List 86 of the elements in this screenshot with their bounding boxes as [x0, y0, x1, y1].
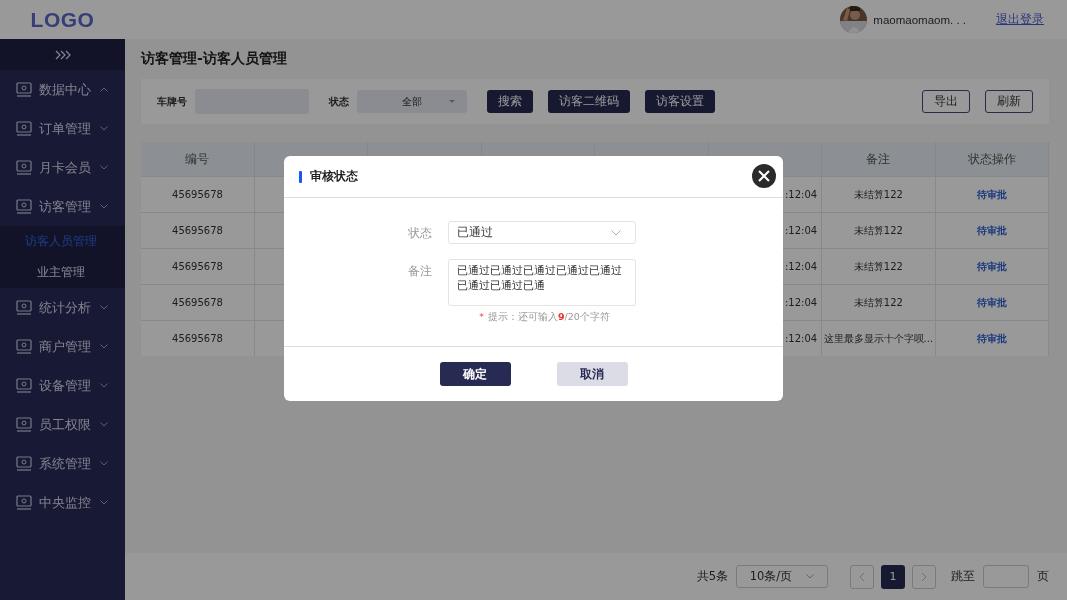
- column-header: 编号: [141, 142, 255, 177]
- filter-button[interactable]: 访客二维码: [548, 90, 630, 113]
- confirm-button[interactable]: 确定: [439, 362, 511, 386]
- table-cell: 未结算122: [821, 212, 936, 249]
- chevron-icon: [100, 165, 108, 170]
- chevron-icon: [610, 229, 621, 236]
- sidebar-item[interactable]: 系统管理: [0, 444, 125, 483]
- chevron-icon: [100, 383, 108, 388]
- jump-label: 跳至: [951, 569, 975, 584]
- chevron-icon: [100, 204, 108, 209]
- status-select[interactable]: 全部: [357, 90, 467, 113]
- status-action-link[interactable]: 待审批: [976, 224, 1007, 236]
- chevron-icon: [806, 574, 815, 579]
- chevron-icon: [100, 422, 108, 427]
- screen-icon: [16, 456, 32, 471]
- sidebar-item[interactable]: 月卡会员: [0, 148, 125, 187]
- status-action-link[interactable]: 待审批: [976, 296, 1007, 308]
- screen-icon: [16, 300, 32, 315]
- table-cell: 45695678: [141, 176, 255, 213]
- required-mark: *: [479, 311, 484, 324]
- screen-icon: [16, 121, 32, 136]
- chevron-left-icon: [859, 571, 865, 582]
- chevron-right-icon: [921, 571, 927, 582]
- chevron-icon: [100, 344, 108, 349]
- page-unit: 页: [1037, 569, 1049, 584]
- dialog-title: 审核状态: [310, 169, 358, 184]
- table-cell: 45695678: [141, 320, 255, 356]
- page-size-select[interactable]: 10条/页: [736, 565, 828, 588]
- plate-label: 车牌号: [157, 94, 187, 109]
- column-header: 状态操作: [935, 142, 1049, 177]
- user-name: maomaomaom. . .: [873, 13, 966, 26]
- logo: LOGO: [29, 7, 96, 32]
- status-action-link[interactable]: 待审批: [976, 188, 1007, 200]
- table-cell: 未结算122: [821, 284, 936, 321]
- table-cell: 45695678: [141, 212, 255, 249]
- sidebar-subitem[interactable]: 业主管理: [0, 257, 125, 288]
- sidebar-item[interactable]: 中央监控: [0, 483, 125, 522]
- status-label: 状态: [329, 94, 349, 109]
- note-field[interactable]: 已通过已通过已通过已通过已通过已通过已通过已通: [447, 259, 636, 306]
- page-button[interactable]: 1: [881, 564, 905, 589]
- sidebar-item[interactable]: 数据中心: [0, 70, 125, 109]
- screen-icon: [16, 199, 32, 214]
- table-cell: 未结算122: [821, 176, 936, 213]
- toolbar-button[interactable]: 导出: [922, 90, 970, 113]
- column-header: 备注: [821, 142, 936, 177]
- sidebar-item[interactable]: 设备管理: [0, 366, 125, 405]
- sidebar-item[interactable]: 员工权限: [0, 405, 125, 444]
- previous-page-button[interactable]: [850, 564, 874, 589]
- screen-icon: [16, 82, 32, 97]
- filter-button[interactable]: 搜索: [487, 90, 533, 113]
- chevron-icon: [100, 500, 108, 505]
- note-label: 备注: [406, 263, 432, 280]
- screen-icon: [16, 417, 32, 432]
- table-cell: 这里最多显示十个字呗...: [821, 320, 936, 356]
- expand-icon[interactable]: [54, 49, 71, 60]
- filter-button[interactable]: 访客设置: [645, 90, 715, 113]
- page-jump-field[interactable]: [983, 565, 1029, 588]
- sidebar-item[interactable]: 统计分析: [0, 288, 125, 327]
- screen-icon: [16, 160, 32, 175]
- table-cell: 未结算122: [821, 248, 936, 285]
- screen-icon: [16, 339, 32, 354]
- close-button[interactable]: [752, 164, 776, 188]
- sidebar-item[interactable]: 商户管理: [0, 327, 125, 366]
- status-select[interactable]: 已通过: [447, 221, 636, 244]
- table-cell: 45695678: [141, 248, 255, 285]
- sidebar-item[interactable]: 访客管理: [0, 187, 125, 226]
- cancel-button[interactable]: 取消: [556, 362, 628, 386]
- sidebar-item[interactable]: 订单管理: [0, 109, 125, 148]
- page-title: 访客管理-访客人员管理: [141, 49, 288, 68]
- chevron-icon: [100, 87, 108, 92]
- status-action-link[interactable]: 待审批: [976, 332, 1007, 344]
- title-marker: [299, 170, 302, 183]
- screen-icon: [16, 495, 32, 510]
- chevron-icon: [100, 126, 108, 131]
- table-cell: 45695678: [141, 284, 255, 321]
- next-page-button[interactable]: [912, 564, 936, 589]
- total-count: 共5条: [696, 569, 728, 584]
- caret-icon: [449, 100, 455, 103]
- screen-icon: [16, 378, 32, 393]
- status-label: 状态: [406, 225, 432, 242]
- status-action-link[interactable]: 待审批: [976, 260, 1007, 272]
- toolbar-button[interactable]: 刷新: [985, 90, 1033, 113]
- chevron-icon: [100, 461, 108, 466]
- chevron-icon: [100, 305, 108, 310]
- logout-link[interactable]: 退出登录: [996, 12, 1044, 27]
- hint-text: 提示：还可输入9/20个字符: [487, 311, 610, 324]
